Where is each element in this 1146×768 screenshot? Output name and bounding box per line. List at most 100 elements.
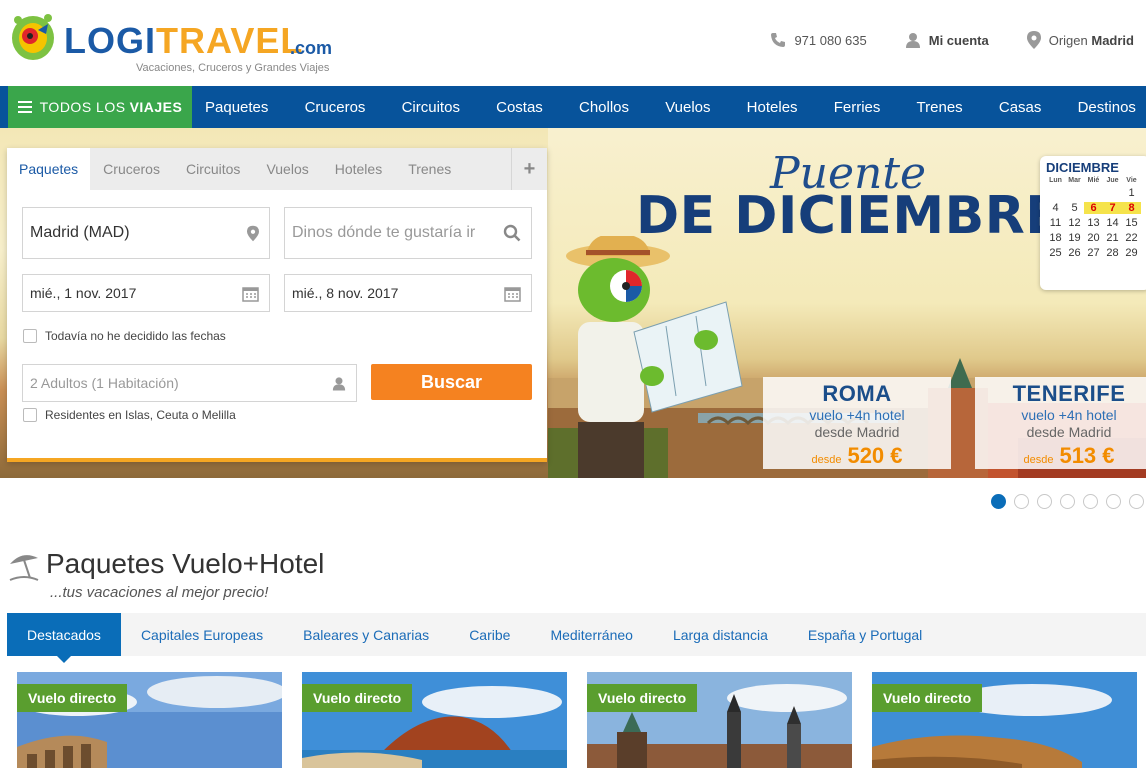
calendar-day: 19 bbox=[1068, 232, 1081, 244]
search-button[interactable]: Buscar bbox=[371, 364, 532, 400]
carousel-dot[interactable] bbox=[1106, 494, 1121, 509]
location-pin-icon bbox=[1026, 31, 1041, 49]
nav-item-cruceros[interactable]: Cruceros bbox=[305, 99, 366, 116]
calendar-weekday: Jue bbox=[1106, 177, 1119, 184]
checkbox-box[interactable] bbox=[23, 329, 37, 343]
promo-city: TENERIFE bbox=[1012, 381, 1126, 406]
guests-placeholder: 2 Adultos (1 Habitación) bbox=[30, 375, 179, 391]
category-tab-baleares-canarias[interactable]: Baleares y Canarias bbox=[303, 627, 429, 643]
carousel-dot[interactable] bbox=[1037, 494, 1052, 509]
calendar-day: 21 bbox=[1106, 232, 1119, 244]
undecided-dates-checkbox[interactable]: Todavía no he decidido las fechas bbox=[23, 329, 226, 343]
all-trips-bold: VIAJES bbox=[129, 99, 183, 115]
nav-item-circuitos[interactable]: Circuitos bbox=[402, 99, 460, 116]
category-tab-mediterraneo[interactable]: Mediterráneo bbox=[550, 627, 633, 643]
origin-field-value: Madrid (MAD) bbox=[30, 224, 130, 241]
tab-vuelos[interactable]: Vuelos bbox=[253, 148, 321, 190]
more-tabs-button[interactable]: + bbox=[511, 148, 547, 190]
direct-flight-badge: Vuelo directo bbox=[587, 684, 698, 712]
origin-value: Madrid bbox=[1091, 32, 1134, 48]
calendar-row: 25 26 27 28 29 bbox=[1046, 247, 1146, 259]
nav-item-vuelos[interactable]: Vuelos bbox=[665, 99, 710, 116]
calendar-icon bbox=[504, 286, 521, 302]
calendar-day: 15 bbox=[1125, 217, 1138, 229]
promo-origin: desde Madrid bbox=[814, 424, 900, 440]
calendar-day: 5 bbox=[1071, 202, 1078, 214]
category-tabs: Destacados Capitales Europeas Baleares y… bbox=[7, 613, 1146, 663]
calendar-day: 12 bbox=[1068, 217, 1081, 229]
checkbox-box[interactable] bbox=[23, 408, 37, 422]
nav-item-paquetes[interactable]: Paquetes bbox=[205, 99, 268, 116]
direct-flight-badge: Vuelo directo bbox=[17, 684, 128, 712]
nav-item-chollos[interactable]: Chollos bbox=[579, 99, 629, 116]
logo-tagline: Vacaciones, Cruceros y Grandes Viajes bbox=[136, 62, 330, 74]
origin-field[interactable]: Madrid (MAD) bbox=[22, 207, 270, 259]
promo-card-tenerife[interactable]: TENERIFE vuelo +4n hotel desde Madrid de… bbox=[975, 377, 1146, 469]
calendar-day: 28 bbox=[1106, 247, 1119, 259]
undecided-dates-label: Todavía no he decidido las fechas bbox=[45, 329, 226, 343]
origin-label: Origen bbox=[1048, 32, 1088, 48]
category-tab-caribe[interactable]: Caribe bbox=[469, 627, 510, 643]
nav-item-ferries[interactable]: Ferries bbox=[834, 99, 881, 116]
tab-hoteles[interactable]: Hoteles bbox=[322, 148, 395, 190]
carousel-dot[interactable] bbox=[1129, 494, 1144, 509]
carousel-dot[interactable] bbox=[1060, 494, 1075, 509]
hamburger-icon bbox=[17, 101, 32, 113]
calendar-row: 45678 bbox=[1046, 202, 1146, 214]
date-to-field[interactable]: mié., 8 nov. 2017 bbox=[284, 274, 532, 312]
phone-number: 971 080 635 bbox=[794, 32, 867, 48]
destination-field[interactable]: Dinos dónde te gustaría ir bbox=[284, 207, 532, 259]
tab-trenes[interactable]: Trenes bbox=[395, 148, 464, 190]
account-link[interactable]: Mi cuenta bbox=[905, 32, 989, 48]
tab-circuitos[interactable]: Circuitos bbox=[173, 148, 253, 190]
nav-item-costas[interactable]: Costas bbox=[496, 99, 543, 116]
carousel-dot[interactable] bbox=[1014, 494, 1029, 509]
carousel-dot[interactable] bbox=[1083, 494, 1098, 509]
category-tab-destacados[interactable]: Destacados bbox=[7, 613, 121, 663]
origin-selector[interactable]: Origen Madrid bbox=[1026, 31, 1134, 49]
logo-mascot-icon bbox=[12, 14, 54, 60]
guests-field[interactable]: 2 Adultos (1 Habitación) bbox=[22, 364, 357, 402]
nav-item-casas[interactable]: Casas bbox=[999, 99, 1042, 116]
calendar-weekday: Lun bbox=[1049, 177, 1062, 184]
calendar-day: 27 bbox=[1087, 247, 1100, 259]
site-header: LOGITRAVEL .com Vacaciones, Cruceros y G… bbox=[0, 0, 1146, 86]
phone-link[interactable]: 971 080 635 bbox=[770, 32, 867, 48]
calendar-day: 18 bbox=[1049, 232, 1062, 244]
calendar-day: 11 bbox=[1049, 217, 1062, 229]
calendar-day bbox=[1065, 187, 1084, 199]
category-tab-espana-portugal[interactable]: España y Portugal bbox=[808, 627, 922, 643]
date-from-field[interactable]: mié., 1 nov. 2017 bbox=[22, 274, 270, 312]
category-tab-capitales-europeas[interactable]: Capitales Europeas bbox=[141, 627, 263, 643]
beach-umbrella-icon bbox=[9, 555, 39, 581]
promo-description: vuelo +4n hotel bbox=[1021, 407, 1117, 423]
package-card[interactable]: Vuelo directo bbox=[17, 672, 282, 768]
promo-from-label: desde bbox=[811, 454, 842, 466]
tab-cruceros[interactable]: Cruceros bbox=[90, 148, 173, 190]
all-trips-button[interactable]: TODOS LOS VIAJES bbox=[8, 86, 192, 128]
residents-checkbox[interactable]: Residentes en Islas, Ceuta o Melilla bbox=[23, 408, 236, 422]
promo-description: vuelo +4n hotel bbox=[809, 407, 905, 423]
calendar-day: 29 bbox=[1125, 247, 1138, 259]
all-trips-prefix: TODOS LOS bbox=[39, 99, 126, 115]
tab-paquetes[interactable]: Paquetes bbox=[7, 148, 91, 190]
location-pin-icon bbox=[247, 225, 259, 241]
search-box: Paquetes Cruceros Circuitos Vuelos Hotel… bbox=[7, 148, 547, 462]
top-links: 971 080 635 Mi cuenta Origen Madrid bbox=[732, 30, 1134, 50]
logo[interactable]: LOGITRAVEL .com Vacaciones, Cruceros y G… bbox=[8, 10, 338, 76]
package-card[interactable]: Vuelo directo bbox=[587, 672, 852, 768]
calendar-day: 1 bbox=[1128, 187, 1135, 199]
phone-icon bbox=[771, 33, 786, 47]
carousel-dot-active[interactable] bbox=[991, 494, 1006, 509]
carousel-dots bbox=[991, 494, 1146, 509]
package-card[interactable]: Vuelo directo bbox=[872, 672, 1137, 768]
promo-price: 520 € bbox=[847, 443, 903, 468]
promo-card-roma[interactable]: ROMA vuelo +4n hotel desde Madrid desde 5… bbox=[763, 377, 951, 469]
nav-item-trenes[interactable]: Trenes bbox=[917, 99, 963, 116]
category-tab-larga-distancia[interactable]: Larga distancia bbox=[673, 627, 768, 643]
calendar-day: 26 bbox=[1068, 247, 1081, 259]
package-card[interactable]: Vuelo directo bbox=[302, 672, 567, 768]
nav-item-hoteles[interactable]: Hoteles bbox=[747, 99, 798, 116]
nav-item-destinos[interactable]: Destinos bbox=[1078, 99, 1136, 116]
destination-placeholder: Dinos dónde te gustaría ir bbox=[292, 224, 476, 241]
